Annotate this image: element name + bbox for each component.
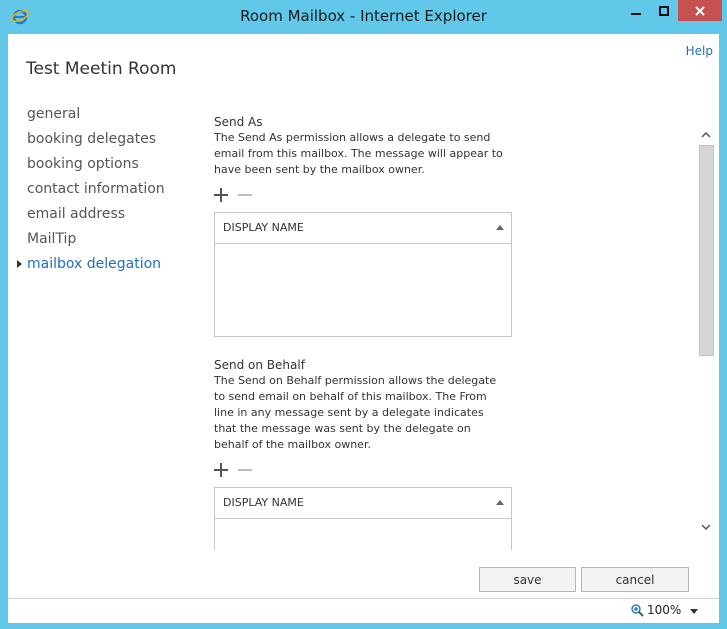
send-as-description: The Send As permission allows a delegate…: [214, 131, 503, 176]
sidebar-item-email-address[interactable]: email address: [8, 202, 198, 227]
content-scroll-area[interactable]: Send As The Send As permission allows a …: [214, 114, 514, 550]
cancel-button[interactable]: cancel: [581, 567, 689, 592]
send-on-behalf-description: The Send on Behalf permission allows the…: [214, 374, 497, 451]
title-bar: Room Mailbox - Internet Explorer: [0, 0, 727, 34]
minimize-icon: [631, 12, 641, 15]
page-title: Test Meetin Room: [26, 59, 177, 79]
dialog-body: Help Test Meetin Room general booking de…: [8, 34, 719, 598]
zoom-level: 100%: [647, 603, 682, 617]
column-header-display-name[interactable]: DISPLAY NAME: [215, 213, 511, 244]
chevron-up-icon[interactable]: [701, 130, 711, 140]
sidebar-item-contact-information[interactable]: contact information: [8, 177, 198, 202]
maximize-icon: [658, 5, 669, 16]
sort-ascending-icon: [496, 500, 504, 505]
column-header-display-name[interactable]: DISPLAY NAME: [215, 488, 511, 519]
add-icon[interactable]: [214, 463, 228, 477]
maximize-button[interactable]: [650, 0, 677, 21]
sidebar-item-general[interactable]: general: [8, 102, 198, 127]
close-button[interactable]: [678, 0, 722, 21]
scrollbar-thumb[interactable]: [699, 145, 714, 356]
remove-icon[interactable]: [238, 463, 252, 477]
sidebar-item-booking-options[interactable]: booking options: [8, 152, 198, 177]
zoom-icon: [631, 603, 644, 617]
selected-arrow-icon: [17, 260, 22, 268]
status-bar: 100%: [8, 598, 719, 623]
sort-ascending-icon: [496, 225, 504, 230]
send-on-behalf-list[interactable]: [215, 519, 511, 550]
minimize-button[interactable]: [623, 0, 649, 21]
window-title: Room Mailbox - Internet Explorer: [240, 7, 487, 25]
send-as-heading: Send As: [214, 115, 263, 129]
add-icon[interactable]: [214, 188, 228, 202]
close-icon: [695, 5, 705, 16]
remove-icon[interactable]: [238, 188, 252, 202]
column-header-label: DISPLAY NAME: [223, 221, 304, 234]
send-as-grid: DISPLAY NAME: [214, 212, 512, 337]
send-on-behalf-heading: Send on Behalf: [214, 358, 305, 372]
send-on-behalf-section: Send on Behalf The Send on Behalf permis…: [214, 357, 514, 550]
send-on-behalf-toolbar: [214, 459, 514, 481]
sidebar-item-booking-delegates[interactable]: booking delegates: [8, 127, 198, 152]
sidebar-item-mailbox-delegation[interactable]: mailbox delegation: [8, 252, 198, 277]
chevron-down-icon[interactable]: [701, 522, 711, 532]
sidebar-nav: general booking delegates booking option…: [8, 102, 198, 277]
vertical-scrollbar[interactable]: [698, 122, 716, 542]
sidebar-item-mailtip[interactable]: MailTip: [8, 227, 198, 252]
zoom-dropdown-icon[interactable]: [690, 609, 698, 614]
send-as-section: Send As The Send As permission allows a …: [214, 114, 514, 337]
zoom-control[interactable]: 100%: [631, 603, 681, 617]
send-on-behalf-grid: DISPLAY NAME: [214, 487, 512, 550]
send-as-list[interactable]: [215, 244, 511, 336]
column-header-label: DISPLAY NAME: [223, 496, 304, 509]
send-as-toolbar: [214, 184, 514, 206]
help-link[interactable]: Help: [686, 44, 713, 58]
sidebar-item-label: mailbox delegation: [27, 256, 162, 272]
save-button[interactable]: save: [479, 567, 576, 592]
